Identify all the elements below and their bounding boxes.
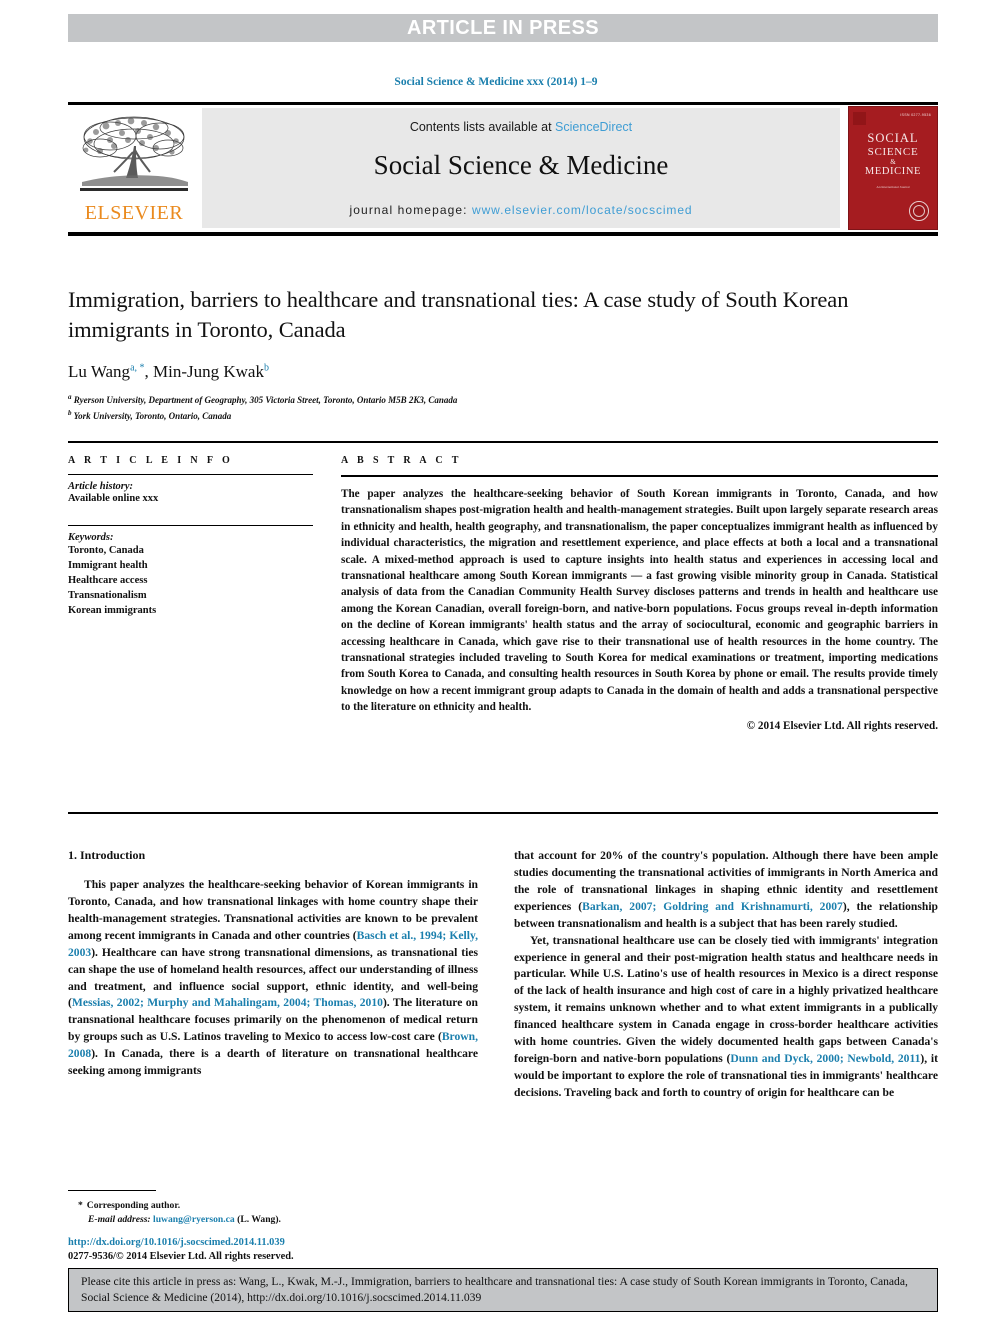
email-link[interactable]: luwang@ryerson.ca [153, 1214, 235, 1225]
author-name-2: Min-Jung Kwak [153, 362, 264, 382]
issn-copyright: 0277-9536/© 2014 Elsevier Ltd. All right… [68, 1251, 294, 1263]
affiliation-mark-a: a [68, 393, 72, 402]
footnote-rule [68, 1190, 156, 1191]
affiliation-item: a Ryerson University, Department of Geog… [68, 392, 938, 408]
abstract-heading: A B S T R A C T [341, 455, 462, 466]
doi-link[interactable]: http://dx.doi.org/10.1016/j.socscimed.20… [68, 1236, 498, 1250]
article-in-press-banner: ARTICLE IN PRESS [68, 14, 938, 42]
author-list: Lu Wanga, *, Min-Jung Kwakb [68, 362, 269, 382]
elsevier-logo: ELSEVIER [70, 110, 196, 228]
masthead-bottom-rule [68, 232, 938, 236]
intro-paragraph-right-2: Yet, transnational healthcare use can be… [514, 933, 938, 1102]
article-info-column: A R T I C L E I N F O Article history: A… [68, 455, 313, 618]
intro-text-4: ). In Canada, there is a dearth of liter… [68, 1047, 478, 1078]
email-owner: (L. Wang). [237, 1214, 281, 1226]
affiliation-list: a Ryerson University, Department of Geog… [68, 392, 938, 423]
cite-footer-text: Please cite this article in press as: Wa… [81, 1275, 908, 1304]
info-section-top-rule [68, 441, 938, 443]
abstract-body: The paper analyzes the healthcare-seekin… [341, 488, 938, 714]
article-info-divider [68, 474, 313, 475]
cover-title-line2: SCIENCE [867, 145, 919, 158]
affiliation-text-b: York University, Toronto, Ontario, Canad… [73, 410, 232, 421]
doi-block: http://dx.doi.org/10.1016/j.socscimed.20… [68, 1236, 498, 1265]
cover-title-line3: MEDICINE [864, 166, 922, 178]
corresponding-author-star: * [78, 1200, 83, 1211]
contents-lists-line: Contents lists available at ScienceDirec… [202, 120, 840, 134]
journal-homepage-link[interactable]: www.elsevier.com/locate/socscimed [472, 203, 692, 217]
cover-seal-icon [909, 201, 929, 221]
masthead-panel: Contents lists available at ScienceDirec… [202, 108, 840, 228]
paper-page: ARTICLE IN PRESS Social Science & Medici… [0, 0, 992, 1323]
body-right-column: that account for 20% of the country's po… [514, 848, 938, 1102]
intro-right-text-3: Yet, transnational healthcare use can be… [514, 933, 938, 1066]
author-marks-1: a, * [130, 362, 145, 374]
contents-lists-prefix: Contents lists available at [409, 120, 556, 134]
keyword-item: Transnationalism [68, 590, 147, 602]
cover-elsevier-icon [853, 112, 866, 125]
author-marks-2: b [263, 362, 269, 374]
masthead-top-rule [68, 102, 938, 105]
cover-subtitle: An International Journal [876, 185, 910, 189]
elsevier-wordmark: ELSEVIER [84, 202, 184, 224]
corresponding-author-label: Corresponding author. [86, 1200, 181, 1211]
title-block: Immigration, barriers to healthcare and … [68, 285, 938, 423]
keyword-item: Immigrant health [68, 560, 148, 572]
keywords-divider [68, 524, 313, 526]
intro-paragraph-left: This paper analyzes the healthcare-seeki… [68, 877, 478, 1080]
body-left-column: 1. Introduction This paper analyzes the … [68, 848, 478, 1080]
keywords-list: Toronto, Canada Immigrant health Healthc… [68, 543, 313, 619]
intro-paragraph-right-1: that account for 20% of the country's po… [514, 848, 938, 933]
abstract-column: A B S T R A C T The paper analyzes the h… [341, 455, 938, 732]
cover-title-amp: & [890, 158, 896, 167]
affiliation-text-a: Ryerson University, Department of Geogra… [73, 395, 458, 406]
cite-footer-box: Please cite this article in press as: Wa… [68, 1268, 938, 1312]
keyword-item: Healthcare access [68, 575, 148, 587]
cover-issn-label: ISSN 0277-9536 [900, 113, 931, 117]
article-info-heading: A R T I C L E I N F O [68, 455, 234, 466]
journal-homepage-line: journal homepage: www.elsevier.com/locat… [202, 203, 840, 217]
journal-masthead: ELSEVIER Contents lists available at Sci… [68, 102, 938, 236]
journal-cover-thumbnail[interactable]: ISSN 0277-9536 SOCIAL SCIENCE & MEDICINE… [848, 106, 938, 230]
article-history-label: Article history: [68, 481, 134, 492]
citation-ref[interactable]: Barkan, 2007; Goldring and Krishnamurti,… [582, 900, 843, 913]
corresponding-author-note: * Corresponding author. [68, 1199, 478, 1213]
journal-reference-line: Social Science & Medicine xxx (2014) 1–9 [394, 76, 598, 88]
cover-title-line1: SOCIAL [867, 131, 919, 145]
abstract-bottom-rule [68, 812, 938, 814]
sciencedirect-link[interactable]: ScienceDirect [555, 120, 632, 134]
page-title: Immigration, barriers to healthcare and … [68, 287, 849, 342]
keywords-label: Keywords: [68, 531, 114, 543]
article-history-value: Available online xxx [68, 493, 159, 504]
keyword-item: Korean immigrants [68, 605, 157, 617]
elsevier-tree-icon [80, 116, 188, 191]
section-heading-introduction: 1. Introduction [68, 848, 146, 862]
citation-ref[interactable]: Dunn and Dyck, 2000; Newbold, 2011 [730, 1052, 920, 1065]
email-note: E-mail address: luwang@ryerson.ca (L. Wa… [68, 1213, 478, 1227]
journal-homepage-prefix: journal homepage: [349, 203, 473, 217]
author-name-1: Lu Wang [68, 362, 131, 382]
cover-title: SOCIAL SCIENCE & MEDICINE [849, 131, 937, 179]
article-in-press-label: ARTICLE IN PRESS [407, 17, 599, 39]
abstract-divider [341, 475, 938, 477]
affiliation-mark-b: b [68, 408, 72, 417]
footnote-block: * Corresponding author. E-mail address: l… [68, 1190, 478, 1228]
keyword-item: Toronto, Canada [68, 544, 144, 556]
citation-ref[interactable]: Messias, 2002; Murphy and Mahalingam, 20… [72, 996, 383, 1009]
journal-title: Social Science & Medicine [373, 150, 669, 180]
email-label: E-mail address: [88, 1214, 151, 1226]
affiliation-item: b York University, Toronto, Ontario, Can… [68, 408, 938, 424]
abstract-copyright: © 2014 Elsevier Ltd. All rights reserved… [746, 719, 938, 732]
